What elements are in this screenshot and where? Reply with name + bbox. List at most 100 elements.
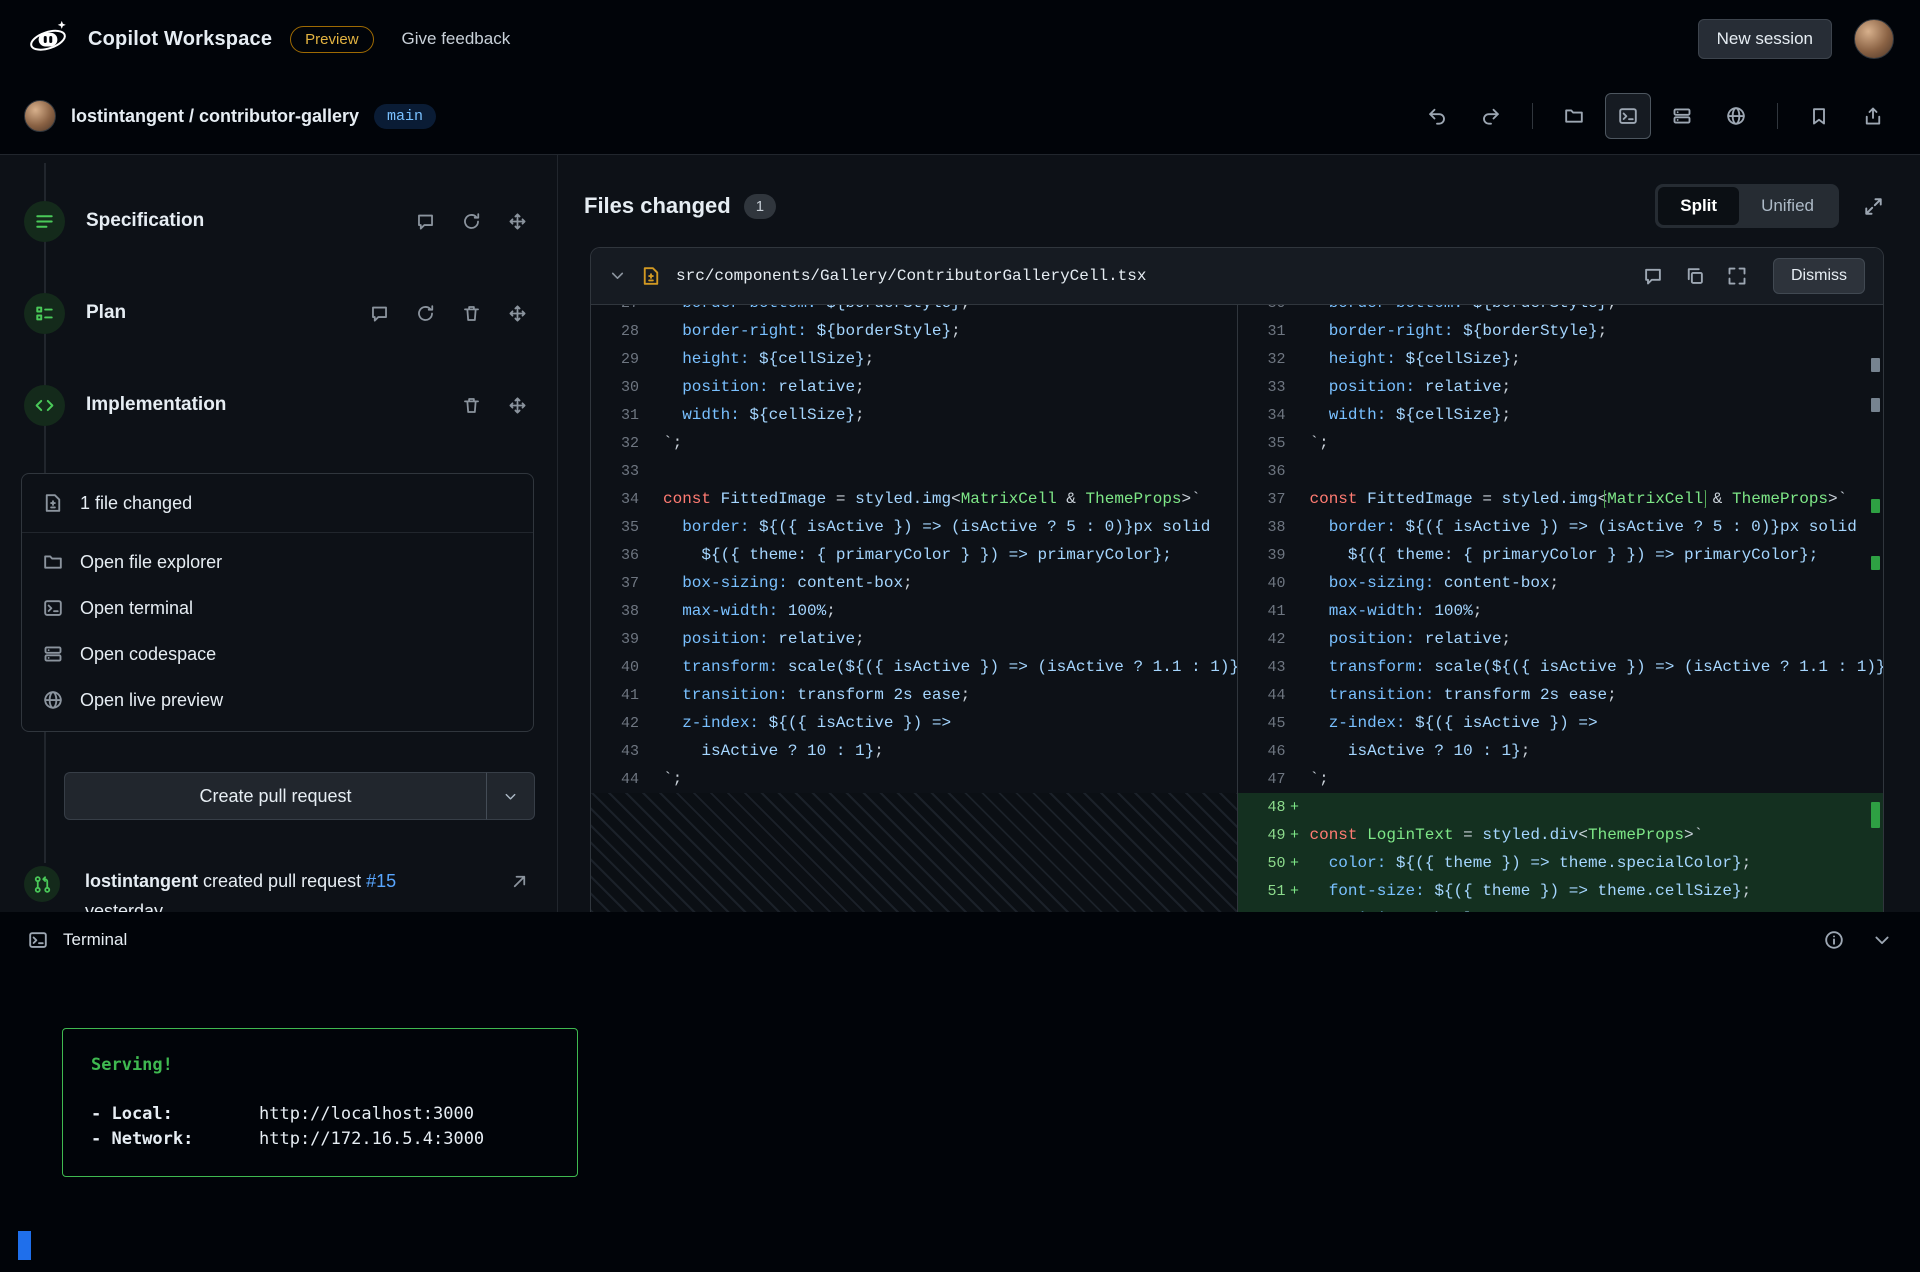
open-live-preview-item[interactable]: Open live preview: [22, 677, 533, 723]
diff-line: 43 transform: scale(${({ isActive }) => …: [1238, 653, 1884, 681]
files-card: 1 file changed Open file explorer Open t…: [21, 473, 534, 732]
diff-line: 41 max-width: 100%;: [1238, 597, 1884, 625]
globe-icon: [43, 690, 63, 710]
diff-line: 27 border-bottom: ${borderStyle};: [591, 305, 1237, 317]
fullscreen-icon[interactable]: [1863, 196, 1884, 217]
diff-line: 35 border: ${({ isActive }) => (isActive…: [591, 513, 1237, 541]
trash-icon[interactable]: [462, 396, 481, 415]
breadcrumb[interactable]: lostintangent / contributor-gallery: [71, 106, 359, 127]
item-label: Open codespace: [80, 644, 216, 665]
diff-line: 31 border-right: ${borderStyle};: [1238, 317, 1884, 345]
unified-view-button[interactable]: Unified: [1739, 187, 1836, 225]
app-title: Copilot Workspace: [88, 28, 272, 51]
copy-icon[interactable]: [1685, 266, 1705, 286]
scrollbar-annotations[interactable]: [1870, 305, 1880, 912]
step-label: Specification: [86, 210, 416, 232]
terminal-cursor[interactable]: [18, 1231, 31, 1260]
undo-icon[interactable]: [1414, 93, 1460, 139]
comment-icon[interactable]: [370, 304, 389, 323]
tasklist-icon: [24, 293, 65, 334]
open-terminal-item[interactable]: Open terminal: [22, 585, 533, 631]
main-panel: Files changed 1 Split Unified src/compon…: [558, 155, 1920, 912]
codespace-icon[interactable]: [1659, 93, 1705, 139]
copilot-workspace-app: Copilot Workspace Preview Give feedback …: [0, 0, 1920, 1272]
files-changed-label: 1 file changed: [80, 493, 192, 514]
diff-line: 52+ position: absolute;: [1238, 905, 1884, 912]
diff-line: 46 isActive ? 10 : 1};: [1238, 737, 1884, 765]
redo-icon[interactable]: [1468, 93, 1514, 139]
empty-diff-filler: [591, 793, 1237, 912]
diff-pane-left: 27 border-bottom: ${borderStyle};28 bord…: [591, 305, 1237, 912]
diff-line: 47`;: [1238, 765, 1884, 793]
trash-icon[interactable]: [462, 304, 481, 323]
diff-file-header: src/components/Gallery/ContributorGaller…: [591, 248, 1883, 305]
file-explorer-icon[interactable]: [1551, 93, 1597, 139]
pr-number-link[interactable]: #15: [366, 871, 396, 891]
terminal-title: Terminal: [63, 930, 127, 950]
diff-line: 35`;: [1238, 429, 1884, 457]
scroll-mark: [1871, 398, 1880, 412]
pr-action-text: created pull request: [203, 871, 361, 891]
terminal-output: Serving! - Local: http://localhost:3000 …: [0, 968, 1920, 1272]
open-pr-external-icon[interactable]: [510, 872, 529, 891]
file-path[interactable]: src/components/Gallery/ContributorGaller…: [676, 267, 1628, 285]
branch-badge: main: [374, 104, 436, 129]
diff-line: 31 width: ${cellSize};: [591, 401, 1237, 429]
user-avatar[interactable]: [1854, 19, 1894, 59]
diff-line: 32 height: ${cellSize};: [1238, 345, 1884, 373]
terminal-panel: Terminal Serving! - Local: http://localh…: [0, 912, 1920, 1272]
open-file-explorer-item[interactable]: Open file explorer: [22, 539, 533, 585]
diff-line: 39 ${({ theme: { primaryColor } }) => pr…: [1238, 541, 1884, 569]
diff-line: 34const FittedImage = styled.img<MatrixC…: [591, 485, 1237, 513]
info-icon[interactable]: [1824, 930, 1844, 950]
fullscreen-icon[interactable]: [1727, 266, 1747, 286]
comment-icon[interactable]: [1643, 266, 1663, 286]
view-toggle: Split Unified: [1655, 184, 1839, 228]
sync-icon[interactable]: [416, 304, 435, 323]
split-view-button[interactable]: Split: [1658, 187, 1739, 225]
terminal-icon[interactable]: [1605, 93, 1651, 139]
collapse-terminal-icon[interactable]: [1872, 930, 1892, 950]
pr-author: lostintangent: [85, 871, 198, 891]
sync-icon[interactable]: [462, 212, 481, 231]
share-icon[interactable]: [1850, 93, 1896, 139]
sidebar-item-implementation[interactable]: Implementation: [24, 381, 527, 429]
diff-body: 27 border-bottom: ${borderStyle};28 bord…: [591, 305, 1883, 912]
files-changed-summary: 1 file changed: [22, 474, 533, 533]
diff-line: 33 position: relative;: [1238, 373, 1884, 401]
live-preview-icon[interactable]: [1713, 93, 1759, 139]
diff-line: 44 transition: transform 2s ease;: [1238, 681, 1884, 709]
move-icon[interactable]: [508, 304, 527, 323]
folder-icon: [43, 552, 63, 572]
sidebar-item-plan[interactable]: Plan: [24, 289, 527, 337]
serve-output-box: Serving! - Local: http://localhost:3000 …: [62, 1028, 578, 1177]
diff-line: 33: [591, 457, 1237, 485]
move-icon[interactable]: [508, 212, 527, 231]
network-label: - Network:: [91, 1127, 259, 1152]
diff-line: 37 box-sizing: content-box;: [591, 569, 1237, 597]
create-pr-dropdown-button[interactable]: [486, 772, 535, 820]
new-session-button[interactable]: New session: [1698, 19, 1832, 59]
item-label: Open file explorer: [80, 552, 222, 573]
list-icon: [24, 201, 65, 242]
bookmark-icon[interactable]: [1796, 93, 1842, 139]
open-codespace-item[interactable]: Open codespace: [22, 631, 533, 677]
give-feedback-link[interactable]: Give feedback: [402, 29, 511, 49]
diff-line: 42 z-index: ${({ isActive }) =>: [591, 709, 1237, 737]
local-label: - Local:: [91, 1102, 259, 1127]
diff-line: 36: [1238, 457, 1884, 485]
diff-line: 28 border-right: ${borderStyle};: [591, 317, 1237, 345]
collapse-chevron-icon[interactable]: [609, 267, 626, 285]
local-url: http://localhost:3000: [259, 1102, 474, 1127]
sidebar-item-specification[interactable]: Specification: [24, 197, 527, 245]
comment-icon[interactable]: [416, 212, 435, 231]
sidebar: Specification Plan Impl: [0, 155, 558, 912]
create-pull-request-button[interactable]: Create pull request: [64, 772, 486, 820]
diff-line: 38 border: ${({ isActive }) => (isActive…: [1238, 513, 1884, 541]
pr-time: yesterday: [85, 901, 163, 912]
divider: [1777, 103, 1778, 129]
diff-line: 30 position: relative;: [591, 373, 1237, 401]
pull-request-icon: [24, 866, 60, 902]
dismiss-button[interactable]: Dismiss: [1773, 258, 1865, 294]
move-icon[interactable]: [508, 396, 527, 415]
